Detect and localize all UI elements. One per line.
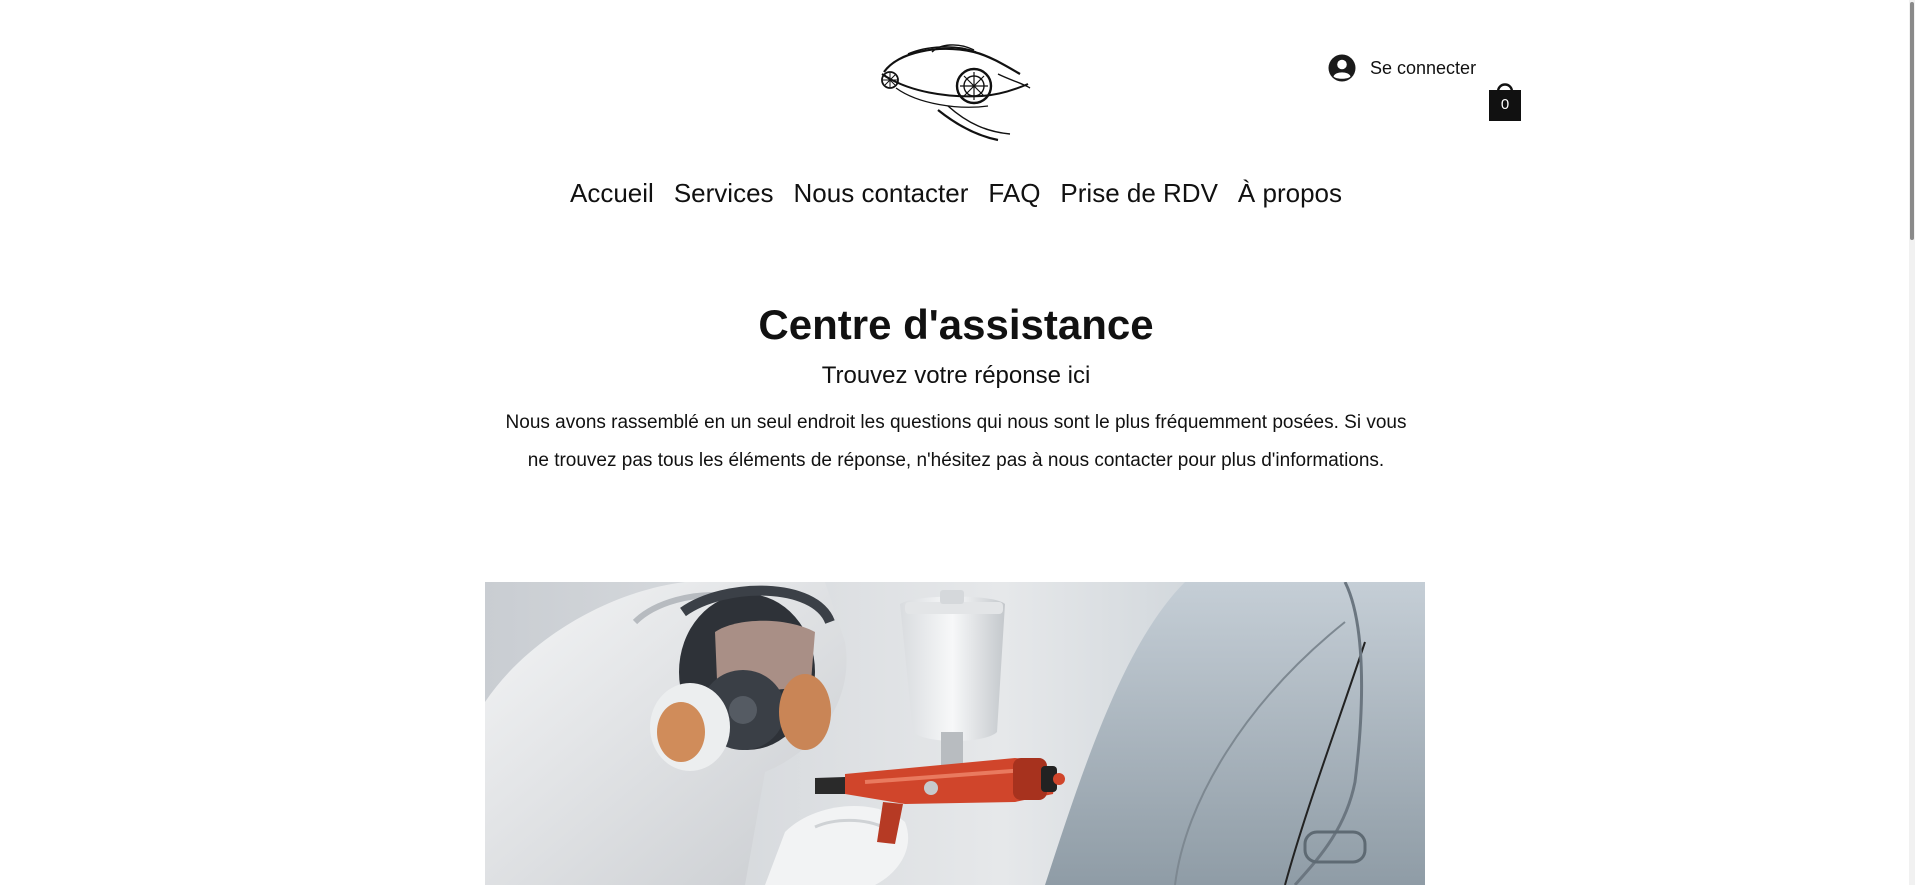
page-subtitle: Trouvez votre réponse ici: [821, 362, 1091, 389]
intro-paragraph: Nous avons rassemblé en un seul endroit …: [505, 412, 1407, 471]
main-nav: Accueil Services Nous contacter FAQ Pris…: [0, 178, 1912, 209]
nav-item-a-propos[interactable]: À propos: [1238, 178, 1342, 209]
page: Se connecter 0 Accueil Services Nous con…: [0, 0, 1915, 885]
login-button[interactable]: Se connecter: [1328, 54, 1476, 82]
car-painter-spray-gun-photo: [485, 582, 1425, 885]
nav-item-accueil[interactable]: Accueil: [570, 178, 654, 209]
nav-item-services[interactable]: Services: [674, 178, 774, 209]
nav-item-nous-contacter[interactable]: Nous contacter: [794, 178, 969, 209]
login-label: Se connecter: [1370, 57, 1477, 78]
page-title: Centre d'assistance: [758, 301, 1154, 348]
sports-car-logo-icon[interactable]: [878, 40, 1034, 142]
nav-item-faq[interactable]: FAQ: [988, 178, 1040, 209]
user-avatar-icon: [1328, 54, 1356, 82]
page-scrollbar[interactable]: [1909, 0, 1915, 885]
scrollbar-thumb[interactable]: [1910, 2, 1914, 240]
help-center-section: Centre d'assistance Trouvez votre répons…: [496, 300, 1416, 480]
nav-item-prise-de-rdv[interactable]: Prise de RDV: [1060, 178, 1218, 209]
cart-button[interactable]: 0: [1488, 80, 1522, 122]
cart-count: 0: [1500, 96, 1510, 113]
